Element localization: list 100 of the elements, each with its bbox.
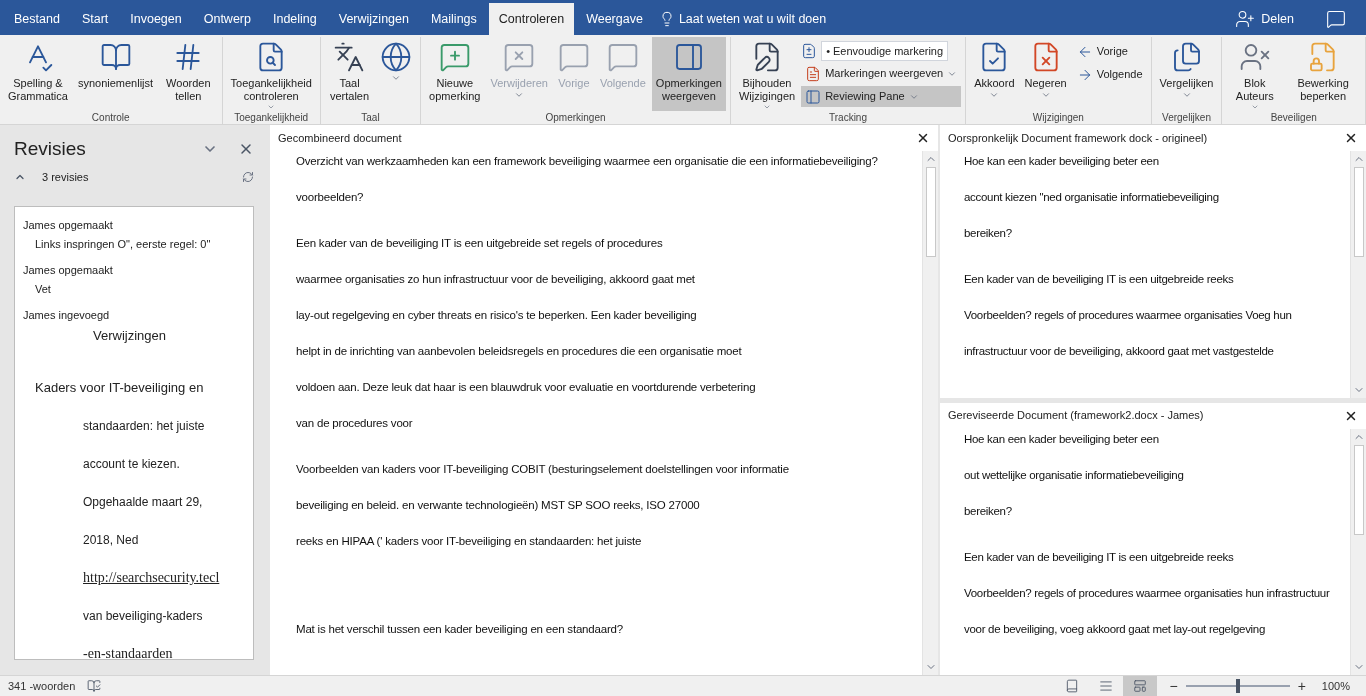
proofing-icon[interactable] — [87, 679, 102, 693]
person-add-icon — [1235, 9, 1256, 29]
document-line: bereiken? — [964, 503, 1013, 519]
ribbon-tab[interactable]: Verwijzingen — [328, 3, 419, 35]
document-line: van de procedures voor — [296, 416, 414, 431]
revision-author[interactable]: James opgemaakt — [23, 217, 245, 234]
scrollbar[interactable] — [1350, 151, 1366, 398]
word-count[interactable]: 341 -woorden — [8, 677, 76, 695]
ribbon-small-button[interactable]: Vorige — [1072, 41, 1147, 62]
ribbon-button[interactable]: Woorden tellen — [159, 37, 218, 111]
caret-icon — [762, 103, 772, 111]
zoom-slider[interactable] — [1185, 678, 1290, 694]
document-line: voor de beveiliging, voeg akkoord gaat met lay-out regelgeving — [964, 621, 1267, 637]
ribbon-tab[interactable]: Controleren — [488, 3, 575, 35]
document-line: helpt in de inrichting van aanbevolen beleidsregels en procedures die een organisatie moet — [296, 344, 743, 359]
share-button[interactable]: Delen — [1227, 3, 1302, 35]
document-line: Voorbeelden? regels of procedures waarmee organisaties Voeg hun — [964, 308, 1293, 323]
ribbon-button[interactable]: Taal vertalen — [324, 37, 375, 111]
ribbon-small-button[interactable]: Reviewing Pane — [801, 86, 962, 107]
scrollbar[interactable] — [922, 151, 938, 675]
tell-me-field[interactable]: Laat weten wat u wilt doen — [654, 3, 831, 35]
document-line: waarmee organisaties zo hun infrastructuur voor de beveiliging, akkoord gaat met — [296, 272, 696, 287]
ribbon-small-button[interactable]: Markeringen weergeven — [801, 63, 962, 84]
group-label: Vergelijken — [1161, 111, 1212, 125]
scroll-thumb[interactable] — [1353, 444, 1364, 535]
ribbon-button[interactable]: Bewerking beperken — [1285, 37, 1361, 111]
pane-title: Revisies — [14, 136, 86, 161]
document-line: beveiliging en beleid. en verwante technologieën) MST SP SOO reeks, ISO 27000 — [296, 498, 701, 513]
document-line: Mat is het verschil tussen een kader beveiliging en een standaard? — [296, 622, 624, 637]
document-line: voorbeelden? — [296, 190, 365, 205]
scrollbar[interactable] — [1350, 428, 1366, 675]
document-line: Een kader van de beveiliging IT is een uitgebreide reeks — [964, 549, 1235, 565]
ribbon-tab[interactable]: Bestand — [4, 3, 70, 35]
pane-icon — [805, 88, 822, 105]
markup-icon — [805, 65, 822, 82]
close-icon[interactable] — [1344, 131, 1358, 145]
document-line: Hoe kan een kader beveiliging beter een — [964, 431, 1160, 447]
document-line: Een kader van de beveiliging IT is een uitgebreide set regels of procedures — [296, 236, 664, 251]
ribbon-tab[interactable]: Mailings — [420, 3, 487, 35]
book-icon — [99, 41, 132, 73]
document-line: infrastructuur voor de beveiliging, akkoord gaat met vastgestelde — [964, 344, 1275, 359]
previous-comment-icon — [557, 41, 590, 73]
ribbon-button[interactable]: Spelling & Grammatica — [4, 37, 72, 111]
zoom-out-button[interactable]: − — [1169, 675, 1178, 696]
scroll-thumb[interactable] — [925, 167, 936, 257]
document-line: bereiken? — [964, 226, 1013, 241]
zoom-thumb[interactable] — [1235, 679, 1240, 693]
inserted-text: 2018, Ned — [82, 532, 140, 549]
ribbon-button[interactable]: Nieuwe opmerking — [425, 37, 485, 111]
ribbon-tab[interactable]: Invoegen — [120, 3, 192, 35]
inserted-text: Kaders voor IT-beveiliging en — [34, 379, 205, 397]
document-line: Voorbeelden? regels of procedures waarmee organisaties hun infrastructuur — [964, 585, 1331, 601]
revision-detail: Links inspringen O", eerste regel: 0" — [34, 236, 212, 252]
translate-icon — [333, 41, 366, 73]
group-label: Controle — [90, 111, 131, 125]
group-label: Toegankelijkheid — [233, 111, 310, 125]
document-line: Een kader van de beveiliging IT is een uitgebreide reeks — [964, 272, 1235, 287]
document-line: out wettelijke organisatie informatiebeveiliging — [964, 467, 1185, 483]
pane-title: Oorspronkelijk Document framework dock - origineel) — [948, 130, 1208, 146]
read-mode-icon — [1065, 679, 1080, 693]
caret-icon — [391, 73, 402, 83]
document-line: reeks en HIPAA (' kaders voor IT-beveiliging en standaarden: het juiste — [296, 534, 643, 549]
ribbon-button[interactable]: Toegankelijkheid controleren — [226, 37, 316, 111]
ribbon-button[interactable]: Akkoord — [970, 37, 1019, 111]
inserted-text: account te kiezen. — [82, 456, 181, 473]
link[interactable]: http://searchsecurity.tecl — [23, 559, 245, 597]
ribbon-small-button[interactable]: Volgende — [1072, 64, 1147, 85]
revision-author[interactable]: James opgemaakt — [23, 262, 245, 279]
markup-dropdown[interactable]: • Eenvoudige markering — [821, 41, 949, 61]
close-icon[interactable] — [916, 131, 930, 145]
zoom-level[interactable]: 100% — [1321, 677, 1350, 695]
document-line: lay-out regelgeving en cyber threats en risico's te beperken. Een kader beveiliging — [296, 308, 698, 323]
ribbon-button[interactable]: Negeren — [1020, 37, 1071, 111]
ribbon-tab[interactable]: Indeling — [262, 3, 327, 35]
group-label: Beveiligen — [1269, 111, 1318, 125]
ribbon-tab[interactable]: Weergave — [576, 3, 653, 35]
ribbon-tab[interactable]: Ontwerp — [193, 3, 261, 35]
revision-count: 3 revisies — [42, 169, 89, 185]
document-line: account kiezen "ned organisatie informatiebeveiliging — [964, 190, 1220, 205]
close-icon[interactable] — [238, 141, 254, 157]
ribbon-button[interactable]: Bijhouden Wijzigingen — [734, 37, 800, 111]
pane-title: Gecombineerd document — [278, 130, 402, 146]
view-button[interactable] — [1123, 676, 1158, 696]
ribbon-tab[interactable]: Start — [71, 3, 119, 35]
block-authors-icon — [1238, 41, 1271, 73]
print-layout-icon — [1099, 679, 1114, 693]
ribbon-button[interactable]: synoniemenlijst — [73, 37, 158, 111]
document-line: Hoe kan een kader beveiliging beter een — [964, 154, 1160, 169]
ribbon-button[interactable]: Blok Auteurs — [1226, 37, 1284, 111]
document-line: voldoen aan. Deze leuk dat haar is een blauwdruk voor evaluatie en voortdurende verbetering — [296, 380, 757, 395]
caret-icon — [514, 90, 525, 100]
ribbon-button[interactable]: Vergelijken — [1155, 37, 1218, 111]
zoom-in-button[interactable]: + — [1297, 675, 1306, 696]
scroll-thumb[interactable] — [1353, 167, 1364, 257]
ribbon-button[interactable]: Opmerkingen weergeven — [651, 37, 726, 111]
pane-title: Gereviseerde Document (framework2.docx - James) — [948, 408, 1204, 424]
refresh-icon[interactable] — [242, 171, 254, 183]
document-line: Overzicht van werkzaamheden kan een framework beveiliging waarmee een organisatie die een informatiebeveiliging? — [296, 154, 879, 169]
link[interactable]: -en-standaarden — [23, 635, 245, 659]
revision-author[interactable]: James ingevoegd — [23, 307, 245, 324]
